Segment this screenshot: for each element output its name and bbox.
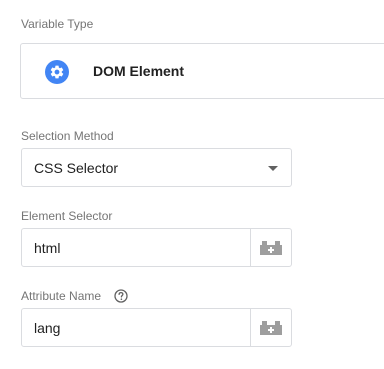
gear-icon [45,60,69,84]
attribute-name-value: lang [34,320,61,336]
selection-method-select[interactable]: CSS Selector [21,148,292,187]
element-selector-field[interactable]: html [21,228,292,267]
attribute-name-field[interactable]: lang [21,308,292,347]
variable-type-label: Variable Type [21,17,94,31]
building-block-icon [260,321,282,335]
element-selector-variable-picker[interactable] [250,229,291,266]
variable-type-card[interactable]: DOM Element [20,43,384,99]
element-selector-label: Element Selector [21,209,113,223]
selection-method-value: CSS Selector [34,160,119,176]
help-icon[interactable] [114,289,128,303]
selection-method-label: Selection Method [21,129,114,143]
attribute-name-variable-picker[interactable] [250,309,291,346]
variable-type-name: DOM Element [93,63,185,79]
building-block-icon [260,241,282,255]
dropdown-arrow-icon [268,166,278,171]
variable-config-panel: Variable Type DOM Element Selection Meth… [0,0,384,369]
attribute-name-label: Attribute Name [21,289,102,303]
element-selector-value: html [34,240,61,256]
